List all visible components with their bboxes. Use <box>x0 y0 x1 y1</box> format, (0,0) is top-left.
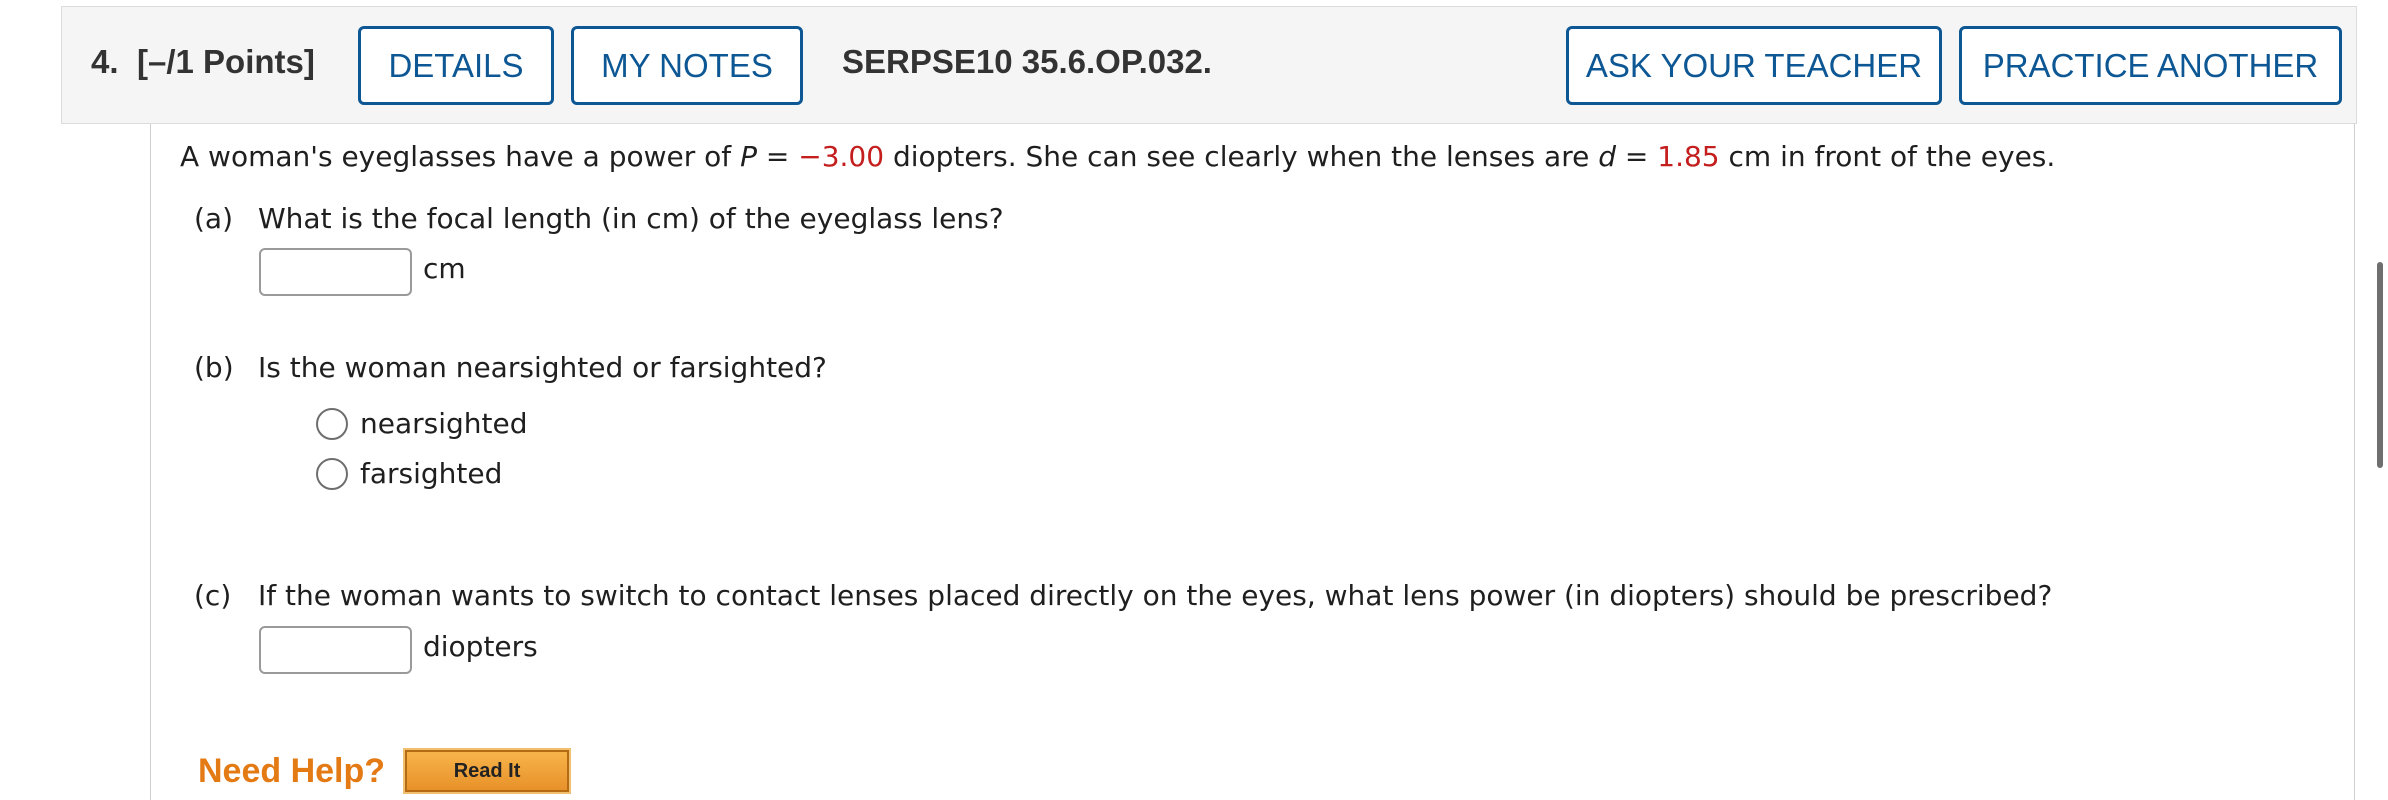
ask-your-teacher-button[interactable]: ASK YOUR TEACHER <box>1566 26 1942 105</box>
radio-option-farsighted[interactable]: farsighted <box>316 457 502 490</box>
practice-another-button[interactable]: PRACTICE ANOTHER <box>1959 26 2342 105</box>
part-a-text: What is the focal length (in cm) of the … <box>258 202 1004 235</box>
distance-value: 1.85 <box>1657 140 1720 173</box>
part-a-letter: (a) <box>194 202 234 235</box>
var-p: P <box>740 140 757 173</box>
radio-circle[interactable] <box>316 457 348 490</box>
radio-label-nearsighted: nearsighted <box>360 407 528 440</box>
scrollbar-thumb[interactable] <box>2377 262 2383 468</box>
question-page: 4. [–/1 Points] DETAILS MY NOTES SERPSE1… <box>0 0 2388 800</box>
equals-2: = <box>1616 140 1658 173</box>
radio-label-farsighted: farsighted <box>360 457 503 490</box>
part-c-letter: (c) <box>194 579 232 612</box>
equals-1: = <box>756 140 799 173</box>
part-b-text: Is the woman nearsighted or farsighted? <box>258 351 827 384</box>
radio-circle[interactable] <box>316 407 348 440</box>
part-b-prompt: (b) Is the woman nearsighted or farsighte… <box>194 351 827 384</box>
contact-lens-power-input[interactable] <box>259 626 412 674</box>
focal-length-unit: cm <box>423 252 466 285</box>
question-stem: A woman's eyeglasses have a power of P =… <box>180 140 2055 173</box>
part-b-letter: (b) <box>194 351 234 384</box>
need-help-label: Need Help? <box>198 751 386 790</box>
my-notes-button[interactable]: MY NOTES <box>571 26 803 105</box>
part-a-prompt: (a) What is the focal length (in cm) of t… <box>194 202 1004 235</box>
power-value: −3.00 <box>798 140 885 173</box>
part-c-prompt: (c) If the woman wants to switch to conta… <box>194 579 2052 612</box>
stem-text-3: cm in front of the eyes. <box>1719 140 2056 173</box>
question-number: 4. <box>91 43 119 80</box>
stem-text-2: diopters. She can see clearly when the l… <box>884 140 1599 173</box>
contact-lens-power-unit: diopters <box>423 630 538 663</box>
radio-option-nearsighted[interactable]: nearsighted <box>316 407 528 440</box>
question-body: A woman's eyeglasses have a power of P =… <box>150 124 2355 800</box>
question-code: SERPSE10 35.6.OP.032. <box>842 43 1212 80</box>
focal-length-input[interactable] <box>259 248 412 296</box>
var-d: d <box>1598 140 1617 173</box>
points-label: [–/1 Points] <box>137 43 315 80</box>
need-help-section: Need Help? Read It <box>198 748 572 794</box>
stem-text-1: A woman's eyeglasses have a power of <box>180 140 741 173</box>
question-header: 4. [–/1 Points] DETAILS MY NOTES SERPSE1… <box>61 6 2357 124</box>
details-button[interactable]: DETAILS <box>358 26 554 105</box>
part-c-text: If the woman wants to switch to contact … <box>258 579 2053 612</box>
read-it-button[interactable]: Read It <box>403 748 572 794</box>
